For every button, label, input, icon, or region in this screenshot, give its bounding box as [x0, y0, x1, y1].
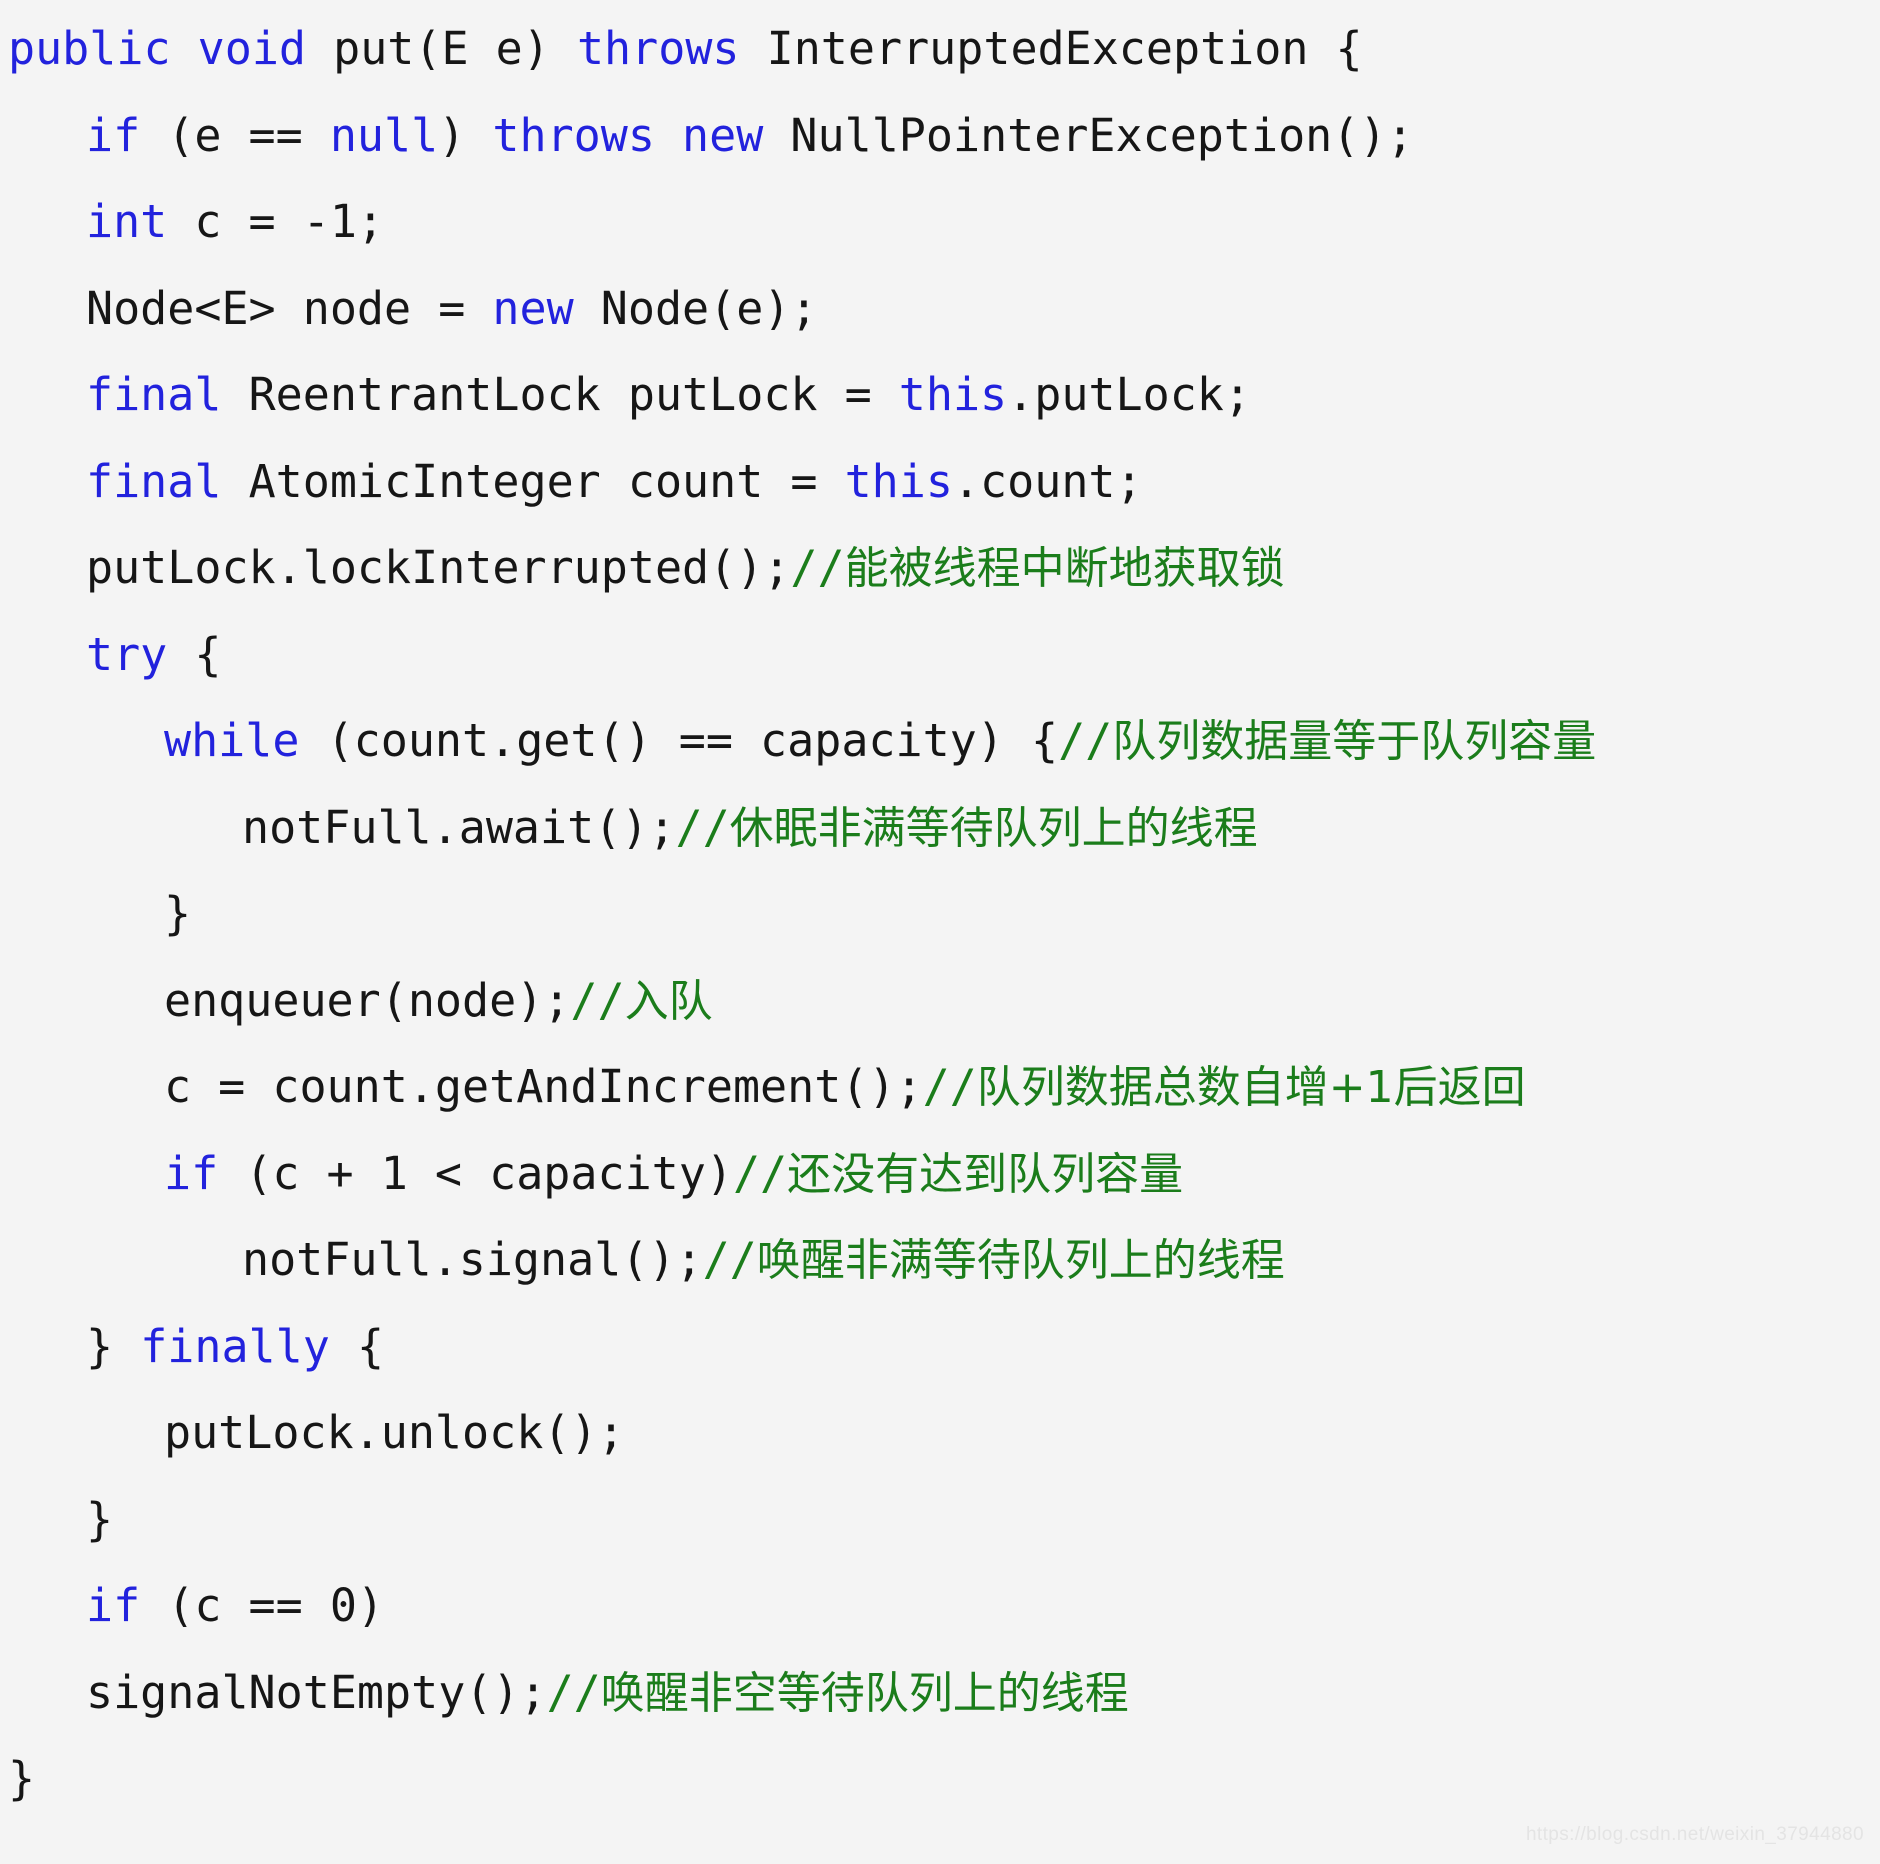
code-token: Node(e); [600, 281, 818, 335]
code-line: } finally { [0, 1304, 1880, 1391]
code-line: Node<E> node = new Node(e); [0, 266, 1880, 353]
code-line: public void put(E e) throws InterruptedE… [0, 6, 1880, 93]
code-line: if (c == 0) [0, 1563, 1880, 1650]
code-token: 队列数据量等于队列容量 [1112, 716, 1597, 767]
code-token: } [86, 1319, 141, 1373]
code-token: c = -1; [194, 195, 385, 248]
code-token: try [86, 627, 195, 681]
code-token: putLock.unlock(); [164, 1406, 625, 1459]
code-token: 唤醒非满等待队列上的线程 [756, 1235, 1285, 1286]
code-token: (e == [167, 108, 330, 162]
code-token: int [86, 195, 195, 248]
code-token: this [844, 454, 953, 508]
code-token: // [546, 1665, 601, 1719]
code-token: finally [140, 1319, 357, 1373]
code-token: throws new [492, 108, 791, 162]
code-line: if (e == null) throws new NullPointerExc… [0, 93, 1880, 180]
watermark-text: https://blog.csdn.net/weixin_37944880 [1525, 1824, 1864, 1845]
code-token: if [86, 1579, 168, 1632]
code-line: } [0, 871, 1880, 958]
code-block: public void put(E e) throws InterruptedE… [0, 0, 1880, 1823]
code-line: while (count.get() == capacity) {//队列数据量… [0, 698, 1880, 785]
code-token: Node<E> node = [86, 281, 493, 335]
code-line: int c = -1; [0, 179, 1880, 266]
code-token: // [790, 541, 845, 594]
code-token: putLock.lockInterrupted(); [86, 541, 791, 594]
code-token: public void [8, 22, 334, 75]
code-token: NullPointerException(); [790, 108, 1414, 162]
code-token: // [675, 800, 730, 854]
code-token: 休眠非满等待队列上的线程 [729, 802, 1258, 854]
code-token: 唤醒非空等待队列上的线程 [600, 1667, 1129, 1719]
code-line: if (c + 1 < capacity)//还没有达到队列容量 [0, 1131, 1880, 1218]
code-line: final ReentrantLock putLock = this.putLo… [0, 352, 1880, 439]
code-token: new [492, 281, 601, 335]
code-token: .putLock; [1007, 368, 1251, 421]
code-token: // [702, 1233, 757, 1286]
code-token: this [898, 368, 1008, 421]
code-token: AtomicInteger count = [248, 454, 845, 508]
code-token: if [164, 1146, 246, 1200]
code-line: notFull.signal();//唤醒非满等待队列上的线程 [0, 1217, 1880, 1304]
code-token: 还没有达到队列容量 [787, 1148, 1184, 1200]
code-line: } [0, 1736, 1880, 1823]
code-line: enqueuer(node);//入队 [0, 958, 1880, 1045]
code-line: } [0, 1477, 1880, 1564]
code-token: c = count.getAndIncrement(); [164, 1060, 923, 1113]
code-token: } [86, 1492, 114, 1546]
code-token: 入队 [624, 975, 713, 1027]
code-line: signalNotEmpty();//唤醒非空等待队列上的线程 [0, 1650, 1880, 1737]
code-token: throws [576, 22, 767, 75]
code-token: ) [438, 108, 493, 162]
code-line: putLock.lockInterrupted();//能被线程中断地获取锁 [0, 525, 1880, 612]
code-token: notFull.signal(); [242, 1233, 703, 1286]
code-token: while [164, 714, 327, 767]
code-token: InterruptedException { [766, 22, 1363, 75]
code-token: final [86, 454, 249, 508]
code-token: 队列数据总数自增+1后返回 [976, 1062, 1526, 1113]
code-token: } [8, 1752, 36, 1805]
code-token: notFull.await(); [242, 800, 676, 854]
code-token: enqueuer(node); [164, 973, 571, 1027]
code-token: // [732, 1146, 788, 1200]
code-token: // [1058, 714, 1113, 767]
code-token: final [86, 368, 249, 421]
code-token: signalNotEmpty(); [86, 1665, 547, 1719]
code-token: if [86, 108, 168, 162]
code-token: (c + 1 < capacity) [245, 1146, 733, 1200]
code-token: (c == 0) [167, 1579, 385, 1632]
code-token: 能被线程中断地获取锁 [844, 543, 1285, 594]
code-line: final AtomicInteger count = this.count; [0, 439, 1880, 526]
code-token: .count; [952, 454, 1143, 508]
code-line: putLock.unlock(); [0, 1390, 1880, 1477]
code-line: notFull.await();//休眠非满等待队列上的线程 [0, 785, 1880, 872]
code-token: (count.get() == capacity) { [326, 714, 1059, 767]
code-token: } [164, 887, 192, 940]
code-token: null [329, 108, 439, 162]
code-line: c = count.getAndIncrement();//队列数据总数自增+1… [0, 1044, 1880, 1131]
code-token: { [356, 1319, 385, 1373]
code-token: ReentrantLock putLock = [248, 368, 899, 421]
code-token: // [570, 973, 625, 1027]
code-token: put(E e) [333, 22, 577, 75]
code-line: try { [0, 612, 1880, 699]
code-token: { [194, 627, 222, 681]
code-token: // [922, 1060, 977, 1113]
